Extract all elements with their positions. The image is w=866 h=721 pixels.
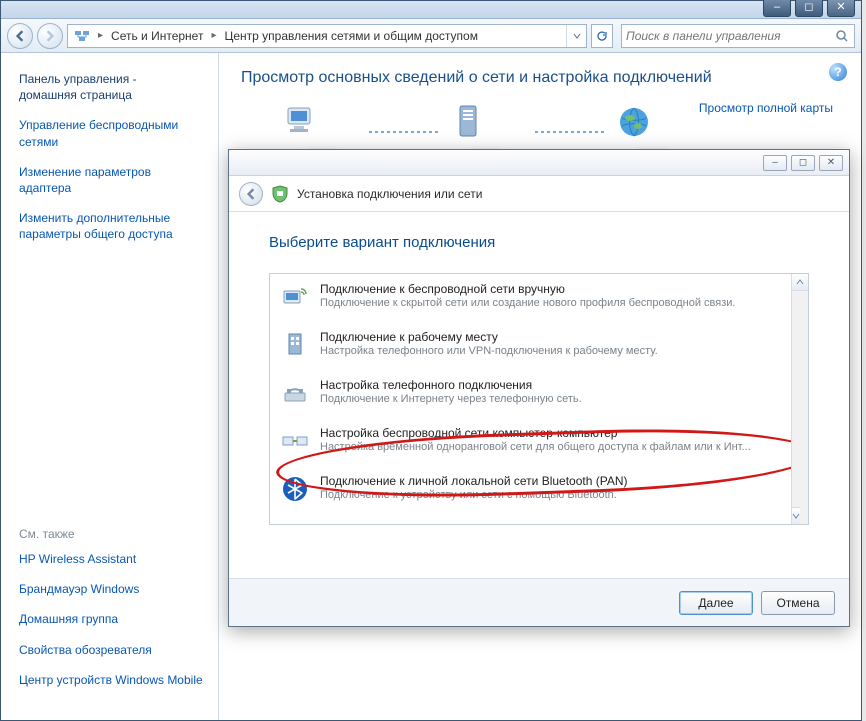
shield-icon bbox=[271, 185, 289, 203]
wizard-header-title: Установка подключения или сети bbox=[297, 187, 482, 201]
option-desc: Подключение к скрытой сети или создание … bbox=[320, 297, 735, 309]
wizard-header: Установка подключения или сети bbox=[229, 176, 849, 212]
wizard-titlebar: – ◻ ✕ bbox=[229, 150, 849, 176]
breadcrumb-segment-2[interactable]: Центр управления сетями и общим доступом bbox=[218, 25, 484, 47]
window-titlebar: – ◻ ✕ bbox=[1, 1, 861, 19]
sidebar-home[interactable]: Панель управления - домашняя страница bbox=[19, 71, 204, 103]
see-also-header: См. также bbox=[19, 527, 204, 541]
see-also-windows-mobile[interactable]: Центр устройств Windows Mobile bbox=[19, 672, 204, 688]
see-also-homegroup[interactable]: Домашняя группа bbox=[19, 611, 204, 627]
address-bar[interactable]: ▸ Сеть и Интернет ▸ Центр управления сет… bbox=[67, 24, 587, 48]
see-also-firewall[interactable]: Брандмауэр Windows bbox=[19, 581, 204, 597]
bluetooth-icon bbox=[280, 474, 310, 504]
option-title: Подключение к беспроводной сети вручную bbox=[320, 282, 735, 296]
connection-option-list: Подключение к беспроводной сети вручную … bbox=[269, 273, 809, 525]
connection-wizard-dialog: – ◻ ✕ Установка подключения или сети Выб… bbox=[228, 149, 850, 627]
sidebar: Панель управления - домашняя страница Уп… bbox=[1, 53, 219, 720]
cancel-button[interactable]: Отмена bbox=[761, 591, 835, 615]
breadcrumb-label: Сеть и Интернет bbox=[111, 29, 203, 43]
internet-icon bbox=[613, 101, 655, 143]
maximize-button[interactable]: ◻ bbox=[795, 0, 823, 17]
help-icon[interactable]: ? bbox=[829, 63, 847, 81]
wizard-close-button[interactable]: ✕ bbox=[819, 155, 843, 171]
phone-icon bbox=[280, 378, 310, 408]
option-manual-wireless[interactable]: Подключение к беспроводной сети вручную … bbox=[270, 274, 808, 322]
option-desc: Подключение к Интернету через телефонную… bbox=[320, 393, 582, 405]
wireless-icon bbox=[280, 282, 310, 312]
search-input[interactable] bbox=[626, 29, 834, 43]
wizard-heading: Выберите вариант подключения bbox=[269, 234, 809, 251]
wizard-footer: Далее Отмена bbox=[229, 578, 849, 626]
refresh-button[interactable] bbox=[591, 24, 613, 48]
search-box[interactable] bbox=[621, 24, 855, 48]
see-also-browser-props[interactable]: Свойства обозревателя bbox=[19, 642, 204, 658]
search-icon[interactable] bbox=[834, 29, 850, 43]
option-desc: Настройка временной одноранговой сети дл… bbox=[320, 441, 751, 453]
close-button[interactable]: ✕ bbox=[827, 0, 855, 17]
scroll-up-button[interactable] bbox=[792, 274, 808, 291]
minimize-button[interactable]: – bbox=[763, 0, 791, 17]
option-desc: Подключение к устройству или сети с помо… bbox=[320, 489, 628, 501]
sidebar-link-wireless[interactable]: Управление беспроводными сетями bbox=[19, 117, 204, 149]
wizard-maximize-button[interactable]: ◻ bbox=[791, 155, 815, 171]
option-title: Подключение к личной локальной сети Blue… bbox=[320, 474, 628, 488]
option-desc: Настройка телефонного или VPN-подключени… bbox=[320, 345, 658, 357]
option-title: Настройка телефонного подключения bbox=[320, 378, 582, 392]
next-button[interactable]: Далее bbox=[679, 591, 753, 615]
chevron-right-icon: ▸ bbox=[209, 30, 218, 41]
option-bluetooth[interactable]: Подключение к личной локальной сети Blue… bbox=[270, 466, 808, 514]
option-title: Настройка беспроводной сети компьютер-ко… bbox=[320, 426, 751, 440]
breadcrumb-label: Центр управления сетями и общим доступом bbox=[224, 29, 478, 43]
full-map-link[interactable]: Просмотр полной карты bbox=[699, 101, 833, 115]
wizard-back-button[interactable] bbox=[239, 182, 263, 206]
scroll-down-button[interactable] bbox=[792, 507, 800, 524]
address-dropdown-button[interactable] bbox=[566, 25, 586, 47]
scrollbar[interactable] bbox=[791, 274, 808, 524]
wizard-minimize-button[interactable]: – bbox=[763, 155, 787, 171]
navigation-bar: ▸ Сеть и Интернет ▸ Центр управления сет… bbox=[1, 19, 861, 53]
option-workplace[interactable]: Подключение к рабочему месту Настройка т… bbox=[270, 322, 808, 370]
address-icon[interactable] bbox=[68, 25, 96, 47]
forward-button[interactable] bbox=[37, 23, 63, 49]
this-computer-icon bbox=[281, 101, 323, 143]
option-dialup[interactable]: Настройка телефонного подключения Подклю… bbox=[270, 370, 808, 418]
breadcrumb-segment-1[interactable]: Сеть и Интернет bbox=[105, 25, 209, 47]
adhoc-icon bbox=[280, 426, 310, 456]
back-button[interactable] bbox=[7, 23, 33, 49]
sidebar-link-sharing[interactable]: Изменить дополнительные параметры общего… bbox=[19, 210, 204, 242]
sidebar-link-adapter[interactable]: Изменение параметров адаптера bbox=[19, 164, 204, 196]
option-adhoc[interactable]: Настройка беспроводной сети компьютер-ко… bbox=[270, 418, 808, 466]
option-title: Подключение к рабочему месту bbox=[320, 330, 658, 344]
chevron-right-icon: ▸ bbox=[96, 30, 105, 41]
page-heading: Просмотр основных сведений о сети и наст… bbox=[241, 69, 839, 87]
network-icon bbox=[447, 101, 489, 143]
see-also-hp-wireless[interactable]: HP Wireless Assistant bbox=[19, 551, 204, 567]
wizard-body: Выберите вариант подключения Подключение… bbox=[229, 212, 849, 578]
workplace-icon bbox=[280, 330, 310, 360]
